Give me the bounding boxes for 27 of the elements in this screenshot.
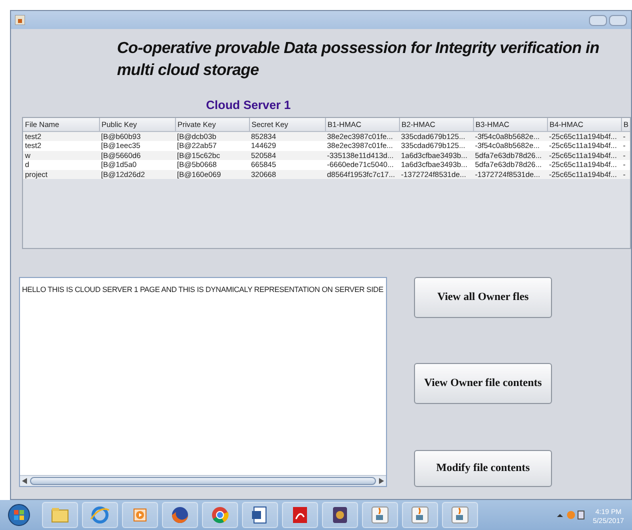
section-heading: Cloud Server 1: [206, 97, 292, 114]
action-button[interactable]: Modify file contents: [414, 450, 552, 487]
action-button[interactable]: View Owner file contents: [414, 363, 552, 404]
taskbar-button[interactable]: [322, 502, 358, 528]
java-cup-icon: [15, 15, 25, 25]
action-button[interactable]: View all Owner fles: [414, 277, 552, 318]
scroll-right-icon[interactable]: [379, 478, 384, 484]
tray-icons[interactable]: [556, 510, 585, 520]
page-title: Co-operative provable Data possession for Integrity verification in multi cloud storage: [117, 39, 600, 81]
taskbar-button[interactable]: [362, 502, 398, 528]
taskbar-button[interactable]: [402, 502, 438, 528]
taskbar-button[interactable]: [282, 502, 318, 528]
horizontal-scrollbar[interactable]: [20, 475, 386, 486]
taskbar-button[interactable]: [162, 502, 198, 528]
taskbar-button[interactable]: [202, 502, 238, 528]
cup-icon: [409, 504, 431, 526]
taskbar-button[interactable]: [442, 502, 478, 528]
cup-icon: [449, 504, 471, 526]
scroll-left-icon[interactable]: [22, 478, 27, 484]
globe-icon: [89, 504, 111, 526]
cup-icon: [369, 504, 391, 526]
minimize-button[interactable]: [589, 14, 607, 26]
globe-icon: [169, 504, 191, 526]
maximize-button[interactable]: [609, 14, 627, 26]
taskbar-button[interactable]: [242, 502, 278, 528]
start-button[interactable]: [8, 504, 30, 526]
wheel-icon: [209, 504, 231, 526]
